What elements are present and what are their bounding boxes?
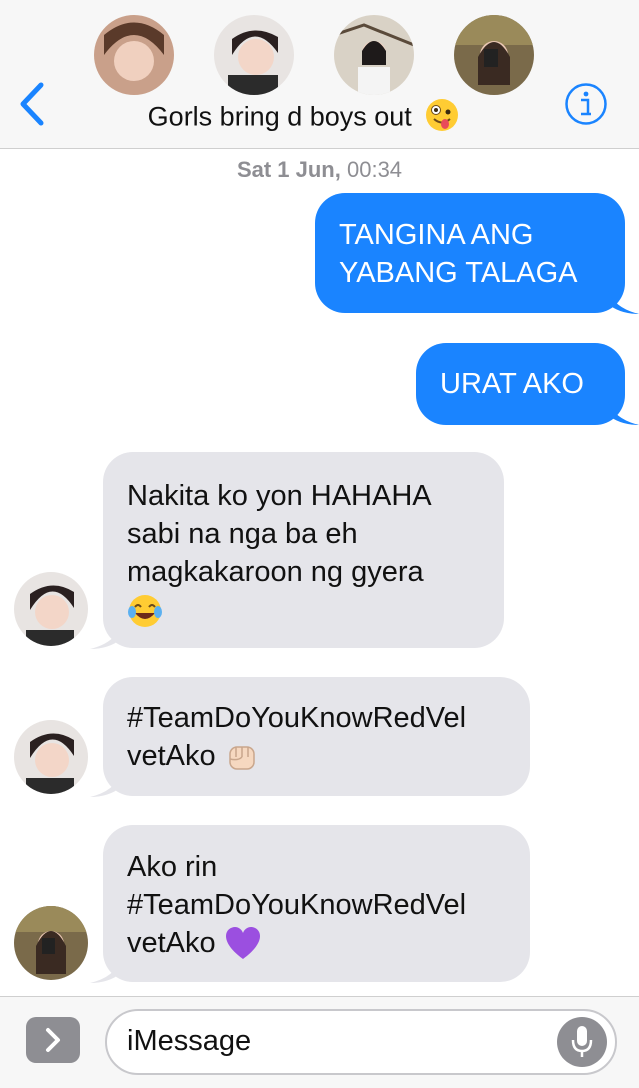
bubble-tail xyxy=(90,959,121,983)
message-bubble-received[interactable]: #TeamDoYouKnowRedVel vetAko xyxy=(103,677,530,796)
member-avatar[interactable] xyxy=(94,15,174,95)
zany-face-emoji xyxy=(425,98,459,139)
message-text-line: TANGINA ANG xyxy=(339,219,534,251)
group-avatars[interactable] xyxy=(0,0,639,100)
bubble-tail xyxy=(608,401,639,425)
message-bubble-received[interactable]: Nakita ko yon HAHAHA sabi na nga ba eh m… xyxy=(103,452,504,648)
message-text-line: URAT AKO xyxy=(440,368,584,400)
message-text-line: Nakita ko yon HAHAHA xyxy=(127,480,432,512)
compose-bar: iMessage xyxy=(0,996,639,1088)
bubble-tail xyxy=(90,625,121,649)
dictation-button[interactable] xyxy=(557,1017,607,1067)
group-title[interactable]: Gorls bring d boys out xyxy=(0,98,607,139)
sender-avatar[interactable] xyxy=(14,906,88,980)
message-text-line: Ako rin xyxy=(127,851,218,883)
timestamp-time: 00:34 xyxy=(346,157,403,182)
conversation-header: Gorls bring d boys out xyxy=(0,0,639,149)
group-name: Gorls bring d boys out xyxy=(147,101,412,132)
raised-fist-emoji xyxy=(228,746,255,771)
timestamp-day: Sat 1 Jun, xyxy=(236,157,341,182)
message-bubble-received[interactable]: Ako rin #TeamDoYouKnowRedVel vetAko xyxy=(103,825,530,982)
message-text-line: YABANG TALAGA xyxy=(339,257,578,289)
purple-heart-emoji xyxy=(225,927,260,960)
bubble-tail xyxy=(90,773,121,797)
message-text-line: vetAko xyxy=(127,927,216,959)
message-input[interactable]: iMessage xyxy=(105,1009,617,1075)
chevron-right-icon xyxy=(46,1028,60,1052)
member-avatar[interactable] xyxy=(214,15,294,95)
message-text-line: #TeamDoYouKnowRedVel xyxy=(127,889,467,921)
microphone-icon xyxy=(571,1026,593,1057)
bubble-tail xyxy=(608,290,639,314)
sender-avatar[interactable] xyxy=(14,720,88,794)
info-icon xyxy=(565,83,607,125)
tears-of-joy-emoji xyxy=(128,595,162,628)
message-input-placeholder: iMessage xyxy=(127,1025,252,1057)
message-text-line: #TeamDoYouKnowRedVel xyxy=(127,702,467,734)
message-text-line: sabi na nga ba eh xyxy=(127,518,358,550)
apps-expand-button[interactable] xyxy=(26,1017,80,1063)
message-bubble-sent[interactable]: URAT AKO xyxy=(416,343,625,425)
message-timestamp: Sat 1 Jun, 00:34 xyxy=(0,157,639,183)
message-text-line: magkakaroon ng gyera xyxy=(127,556,424,588)
message-bubble-sent[interactable]: TANGINA ANG YABANG TALAGA xyxy=(315,193,625,313)
message-text-line: vetAko xyxy=(127,740,216,772)
sender-avatar[interactable] xyxy=(14,572,88,646)
member-avatar[interactable] xyxy=(334,15,414,95)
info-button[interactable] xyxy=(564,82,608,126)
member-avatar[interactable] xyxy=(454,15,534,95)
